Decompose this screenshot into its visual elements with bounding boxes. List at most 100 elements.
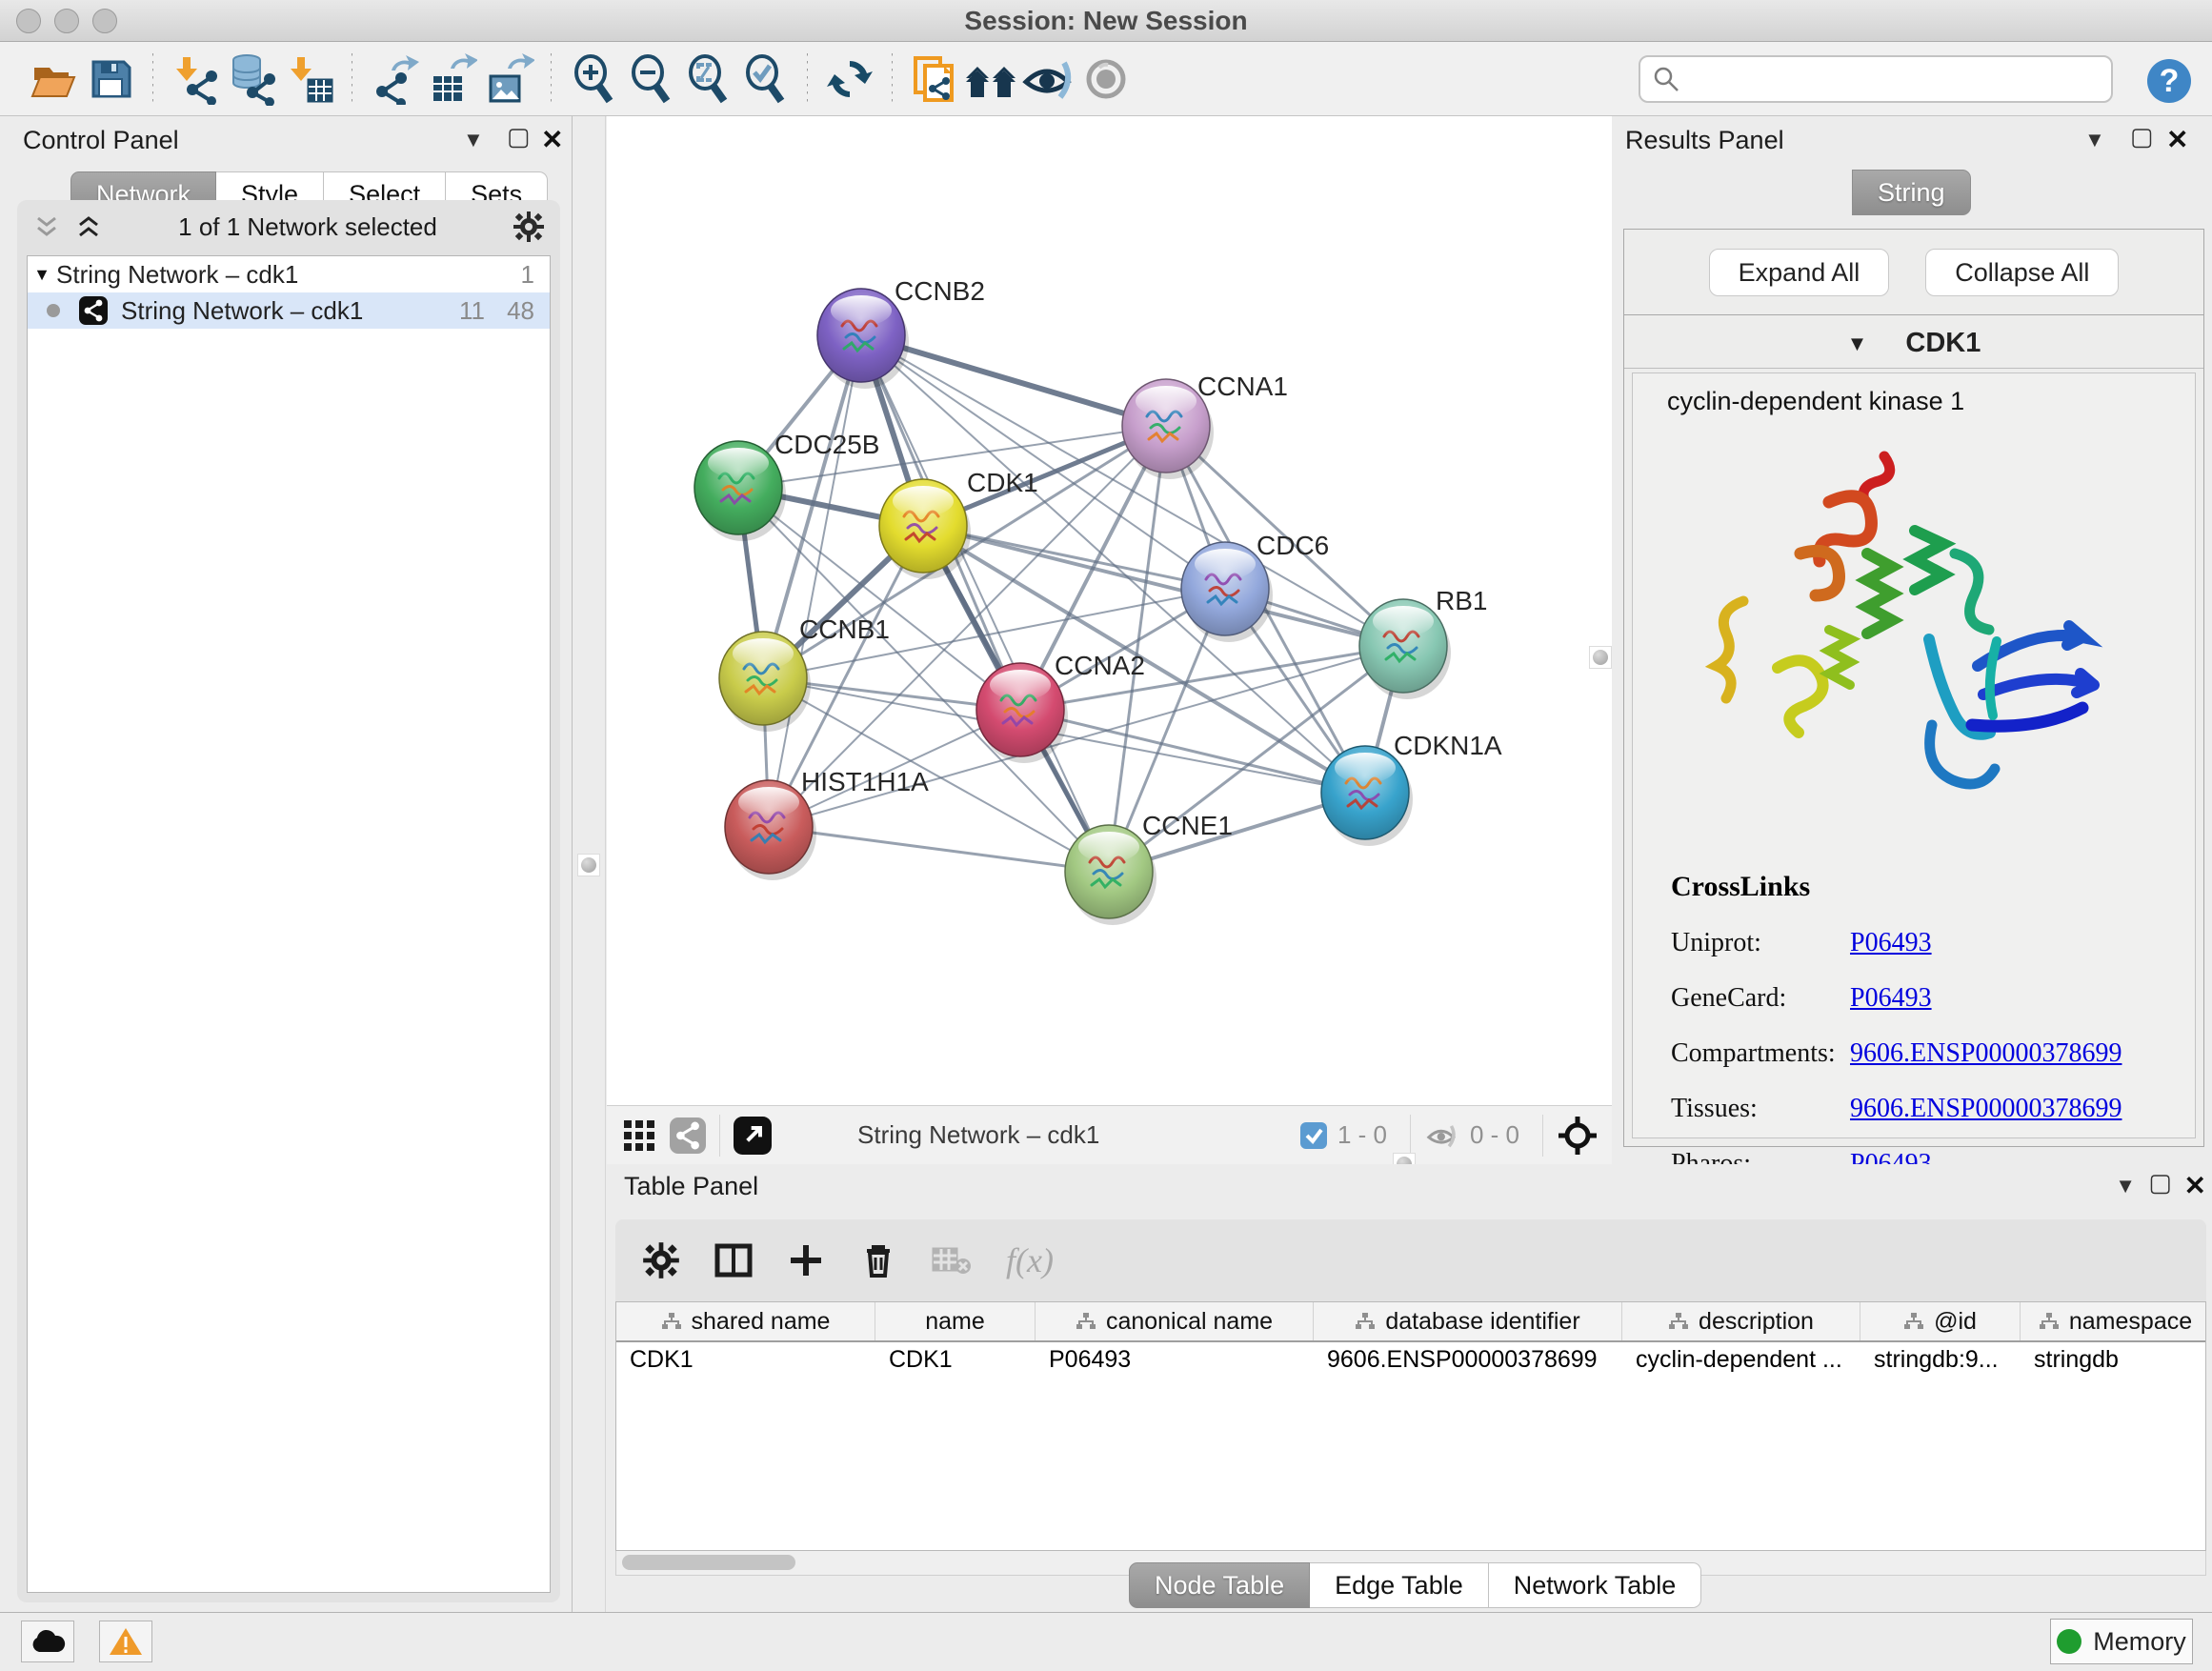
add-column-icon[interactable]: [787, 1241, 825, 1279]
grid-view-icon[interactable]: [622, 1118, 656, 1153]
network-node[interactable]: HIST1H1A: [725, 767, 929, 880]
network-canvas[interactable]: CCNB2CCNA1CDC25BCDK1CDC6RB1CCNB1CCNA2CDK…: [607, 116, 1612, 1164]
right-splitter-handle[interactable]: [1589, 646, 1612, 669]
help-icon[interactable]: ?: [2147, 59, 2191, 103]
network-graph[interactable]: CCNB2CCNA1CDC25BCDK1CDC6RB1CCNB1CCNA2CDK…: [607, 116, 1612, 1105]
expand-all-button[interactable]: Expand All: [1709, 249, 1890, 296]
table-cell[interactable]: stringdb:9...: [1860, 1342, 2021, 1379]
warnings-button[interactable]: [99, 1621, 152, 1662]
table-cell[interactable]: 9606.ENSP00000378699: [1314, 1342, 1622, 1379]
hide-selected-icon[interactable]: [1020, 52, 1077, 106]
table-panel-close-icon[interactable]: ✕: [2184, 1170, 2206, 1201]
save-session-icon[interactable]: [82, 52, 139, 106]
network-edge[interactable]: [769, 827, 1109, 872]
network-node[interactable]: CDKN1A: [1321, 731, 1502, 846]
network-share-icon: [79, 296, 108, 325]
search-input[interactable]: [1680, 64, 2081, 95]
left-splitter-handle[interactable]: [577, 854, 600, 876]
control-panel-maximize-icon[interactable]: ▢: [507, 122, 531, 151]
delete-column-icon[interactable]: [859, 1241, 897, 1279]
column-header-namespace[interactable]: namespace: [2021, 1302, 2206, 1340]
tab-network-table[interactable]: Network Table: [1489, 1562, 1702, 1608]
import-table-icon[interactable]: [281, 52, 338, 106]
control-panel-close-icon[interactable]: ✕: [541, 124, 563, 155]
refresh-layout-icon[interactable]: [821, 52, 878, 106]
network-view-title: String Network – cdk1: [857, 1120, 1099, 1150]
network-node[interactable]: CDC6: [1181, 531, 1329, 642]
network-edge[interactable]: [769, 335, 861, 827]
control-panel-title: Control Panel: [23, 126, 179, 155]
column-header-database-identifier[interactable]: database identifier: [1314, 1302, 1622, 1340]
entry-collapse-icon[interactable]: ▼: [1847, 332, 1868, 356]
tab-string[interactable]: String: [1852, 170, 1971, 215]
table-panel-float-icon[interactable]: ▼: [2115, 1174, 2136, 1198]
detach-view-icon[interactable]: [734, 1117, 772, 1155]
network-edge[interactable]: [923, 526, 1403, 646]
crosslink-link[interactable]: 9606.ENSP00000378699: [1850, 1038, 2122, 1069]
node-label: CCNA2: [1055, 651, 1145, 680]
node-label: HIST1H1A: [801, 767, 929, 796]
table-cell[interactable]: CDK1: [875, 1342, 1036, 1379]
zoom-selected-icon[interactable]: [736, 52, 794, 106]
node-table[interactable]: shared namenamecanonical namedatabase id…: [615, 1301, 2206, 1551]
crosslink-link[interactable]: P06493: [1850, 928, 1932, 958]
show-columns-icon[interactable]: [714, 1241, 753, 1279]
table-cell[interactable]: CDK1: [616, 1342, 875, 1379]
network-edge[interactable]: [1020, 710, 1365, 793]
collapse-all-chevron-icon[interactable]: [32, 212, 61, 241]
zoom-fit-icon[interactable]: [679, 52, 736, 106]
column-header--id[interactable]: @id: [1860, 1302, 2021, 1340]
table-options-gear-icon[interactable]: [642, 1241, 680, 1279]
expand-all-chevron-icon[interactable]: [74, 212, 103, 241]
scrollbar-thumb[interactable]: [622, 1555, 795, 1570]
hidden-eye-icon: [1424, 1120, 1460, 1151]
tab-edge-table[interactable]: Edge Table: [1310, 1562, 1489, 1608]
network-row[interactable]: String Network – cdk1 11 48: [28, 292, 550, 329]
zoom-out-icon[interactable]: [622, 52, 679, 106]
network-share-view-icon[interactable]: [670, 1117, 706, 1154]
show-all-icon[interactable]: [1077, 52, 1135, 106]
results-panel-close-icon[interactable]: ✕: [2166, 124, 2188, 155]
collapse-all-button[interactable]: Collapse All: [1925, 249, 2119, 296]
network-node[interactable]: CCNE1: [1065, 811, 1233, 925]
zoom-in-icon[interactable]: [565, 52, 622, 106]
crosslink-link[interactable]: 9606.ENSP00000378699: [1850, 1094, 2122, 1124]
cloud-status-button[interactable]: [21, 1621, 74, 1662]
table-row[interactable]: CDK1CDK1P064939606.ENSP00000378699cyclin…: [616, 1342, 2205, 1379]
results-panel-maximize-icon[interactable]: ▢: [2130, 122, 2154, 151]
table-panel-maximize-icon[interactable]: ▢: [2148, 1168, 2172, 1198]
table-cell[interactable]: P06493: [1036, 1342, 1314, 1379]
selected-checkbox-icon[interactable]: [1299, 1121, 1328, 1150]
memory-button[interactable]: Memory: [2050, 1619, 2193, 1664]
crosslink-link[interactable]: P06493: [1850, 983, 1932, 1014]
table-cell[interactable]: cyclin-dependent ...: [1622, 1342, 1860, 1379]
export-image-icon[interactable]: [480, 52, 537, 106]
column-header-canonical-name[interactable]: canonical name: [1036, 1302, 1314, 1340]
network-options-gear-icon[interactable]: [513, 211, 545, 243]
open-file-icon[interactable]: [25, 52, 82, 106]
crosslink-label: Compartments:: [1671, 1038, 1850, 1069]
node-entry-header[interactable]: ▼ CDK1: [1624, 319, 2203, 369]
tab-node-table[interactable]: Node Table: [1129, 1562, 1310, 1608]
home-pair-icon[interactable]: [963, 52, 1020, 106]
results-panel-float-icon[interactable]: ▼: [2084, 128, 2105, 152]
string-query-icon[interactable]: [906, 52, 963, 106]
network-node[interactable]: RB1: [1359, 586, 1487, 699]
network-collection-row[interactable]: ▼ String Network – cdk1 1: [28, 256, 550, 292]
global-search-box[interactable]: [1639, 55, 2113, 103]
control-panel-float-icon[interactable]: ▼: [463, 128, 484, 152]
export-table-icon[interactable]: [423, 52, 480, 106]
table-cell[interactable]: stringdb: [2021, 1342, 2206, 1379]
import-network-file-icon[interactable]: [167, 52, 224, 106]
network-node[interactable]: CDK1: [879, 468, 1038, 579]
column-header-description[interactable]: description: [1622, 1302, 1860, 1340]
column-header-shared-name[interactable]: shared name: [616, 1302, 875, 1340]
import-network-database-icon[interactable]: [224, 52, 281, 106]
column-header-name[interactable]: name: [875, 1302, 1036, 1340]
fit-selected-crosshair-icon[interactable]: [1557, 1115, 1599, 1157]
collection-count: 1: [491, 260, 534, 290]
network-node[interactable]: CCNB1: [719, 614, 890, 732]
network-node[interactable]: CDC25B: [694, 430, 879, 541]
export-network-icon[interactable]: [366, 52, 423, 106]
collection-expand-icon[interactable]: ▼: [28, 265, 56, 285]
